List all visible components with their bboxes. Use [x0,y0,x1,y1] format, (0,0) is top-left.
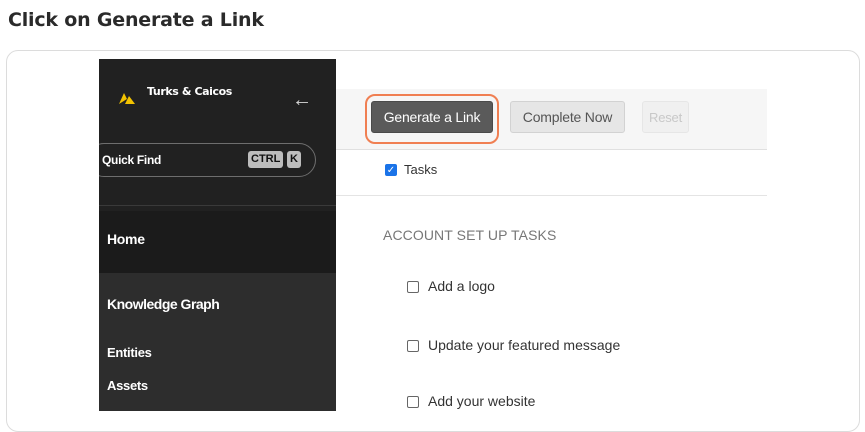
sidebar-item-entities[interactable]: Entities [107,345,152,360]
tasks-checkbox[interactable]: ✓ [385,164,397,176]
task-label: Add your website [428,393,536,409]
task-label: Add a logo [428,278,495,294]
sidebar-item-assets[interactable]: Assets [107,378,148,393]
task-checkbox[interactable] [407,281,419,293]
sidebar: Turks & Caicos ← Quick Find CTRL K Home … [99,59,336,411]
sidebar-section-knowledge-graph[interactable]: Knowledge Graph [107,296,220,312]
complete-now-button[interactable]: Complete Now [510,101,625,133]
task-checkbox[interactable] [407,396,419,408]
tasks-label: Tasks [404,162,438,177]
quick-find-input[interactable]: Quick Find CTRL K [99,143,316,177]
quick-find-label: Quick Find [102,153,162,167]
step-title: Click on Generate a Link [8,9,264,31]
arrow-left-icon[interactable]: ← [292,90,312,110]
task-label: Update your featured message [428,337,621,353]
toolbar: Generate a Link Complete Now Reset [336,89,767,150]
generate-link-button[interactable]: Generate a Link [371,101,493,133]
brand-name: Turks & Caicos [147,85,232,98]
shortcut-k-key: K [287,151,301,168]
section-heading: ACCOUNT SET UP TASKS [383,227,557,243]
task-checkbox[interactable] [407,340,419,352]
reset-button[interactable]: Reset [642,101,689,133]
main-panel: Generate a Link Complete Now Reset ✓ Tas… [336,59,767,411]
sidebar-item-home-label: Home [107,231,145,247]
brand-logo-icon [119,93,135,104]
brand: Turks & Caicos [119,85,232,104]
tasks-toggle-row: ✓ Tasks [336,150,767,196]
shortcut-ctrl-key: CTRL [248,151,284,168]
sidebar-item-home[interactable]: Home [99,211,336,273]
knowledge-graph-section: Knowledge Graph Entities Assets [99,273,336,411]
app-screenshot: Turks & Caicos ← Quick Find CTRL K Home … [99,59,767,411]
sidebar-divider [99,205,336,206]
